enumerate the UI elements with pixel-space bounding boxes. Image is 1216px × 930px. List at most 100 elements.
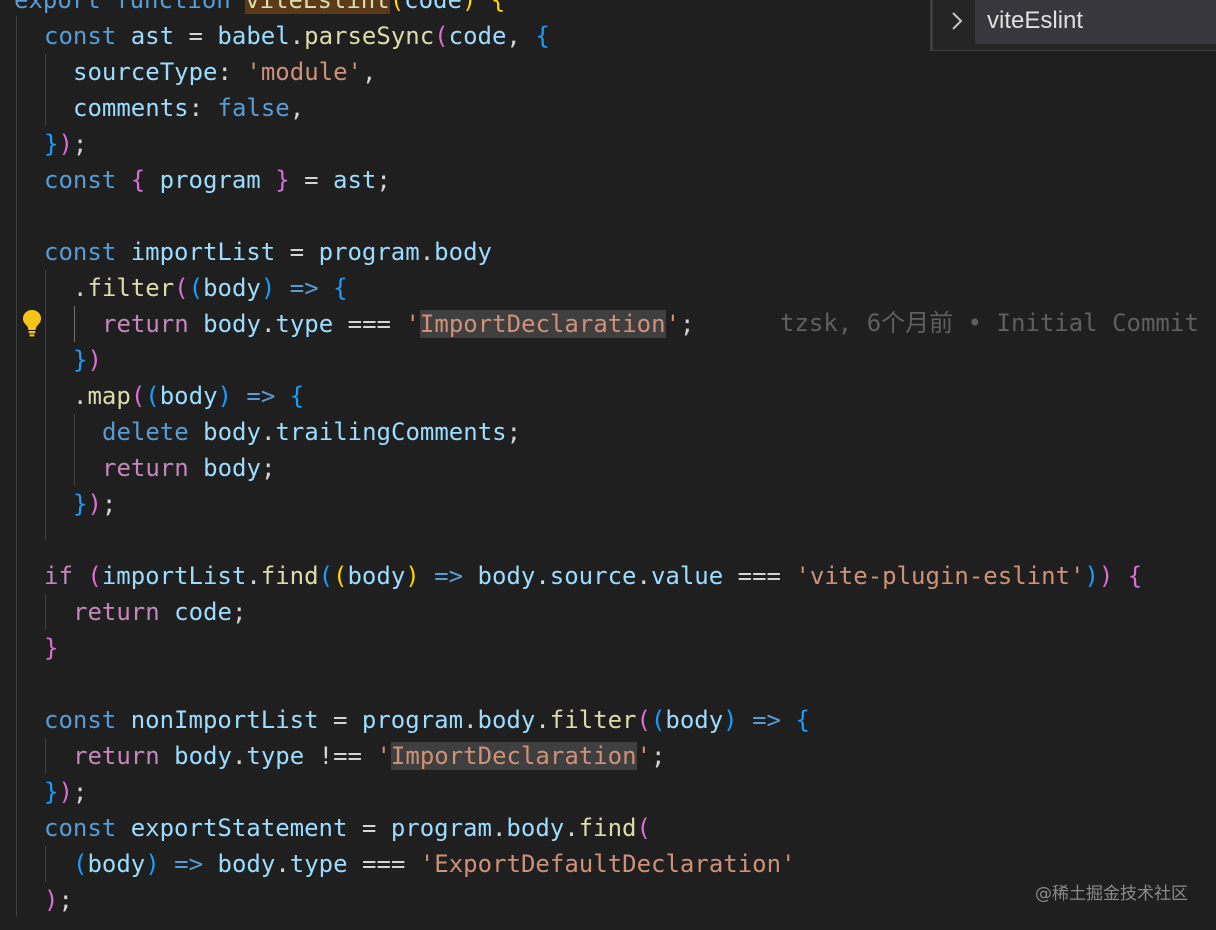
identifier: program	[318, 238, 420, 266]
operator: =	[188, 22, 203, 50]
lightbulb-icon[interactable]	[20, 308, 44, 338]
breadcrumb-item[interactable]: viteEslint	[975, 0, 1216, 44]
punctuation: ;	[72, 778, 88, 806]
bracket: (	[73, 850, 88, 878]
code-line[interactable]: const exportStatement = program.body.fin…	[44, 810, 651, 846]
operator: =>	[289, 274, 319, 302]
bracket: (	[434, 22, 449, 50]
function-name: map	[87, 382, 131, 410]
code-line[interactable]: if (importList.find((body) => body.sourc…	[44, 558, 1142, 594]
code-line[interactable]: }	[44, 630, 58, 666]
code-line[interactable]: const ast = babel.parseSync(code, {	[44, 18, 550, 54]
operator: =	[304, 166, 319, 194]
code-line[interactable]: return body.type !== 'ImportDeclaration'…	[73, 738, 665, 774]
bracket: (	[389, 0, 405, 14]
bracket: }	[73, 490, 88, 518]
keyword: export	[14, 0, 101, 14]
bracket: (	[318, 562, 334, 590]
code-line[interactable]: export function viteEslint(code) {	[14, 0, 505, 18]
punctuation: ,	[289, 94, 305, 122]
punctuation: .	[275, 850, 290, 878]
bracket: {	[289, 382, 305, 410]
punctuation: .	[535, 562, 550, 590]
bracket: )	[723, 706, 738, 734]
punctuation: ,	[362, 58, 377, 86]
bracket: {	[535, 22, 550, 50]
operator: ===	[737, 562, 781, 590]
bracket: )	[1084, 562, 1099, 590]
code-editor[interactable]: export function viteEslint(code) { const…	[0, 0, 1216, 930]
keyword: const	[44, 166, 117, 194]
bracket: (	[87, 562, 102, 590]
code-line[interactable]: .filter((body) => {	[73, 270, 348, 306]
property: comments	[73, 94, 189, 122]
bracket: )	[461, 0, 477, 14]
code-line[interactable]: return body;	[102, 450, 275, 486]
function-name: find	[578, 814, 637, 842]
bracket: )	[58, 130, 73, 158]
keyword: return	[102, 310, 189, 338]
watermark: @稀土掘金技术社区	[1035, 884, 1188, 904]
bracket: (	[130, 382, 146, 410]
breadcrumb: viteEslint	[930, 0, 1216, 51]
keyword: const	[44, 814, 117, 842]
punctuation: ;	[231, 598, 247, 626]
indent-guide	[45, 594, 46, 630]
punctuation: .	[231, 742, 247, 770]
punctuation: ;	[651, 742, 666, 770]
bracket: )	[44, 886, 59, 914]
code-line[interactable]: });	[44, 774, 87, 810]
punctuation: .	[289, 22, 305, 50]
breadcrumb-label: viteEslint	[987, 7, 1084, 34]
bracket: (	[650, 706, 666, 734]
bracket: {	[1127, 562, 1143, 590]
identifier: code	[448, 22, 507, 50]
punctuation: .	[246, 562, 261, 590]
code-line[interactable]: const { program } = ast;	[44, 162, 391, 198]
code-line[interactable]: return body.type === 'ImportDeclaration'…	[102, 306, 694, 342]
bracket: (	[145, 382, 160, 410]
keyword: return	[73, 742, 160, 770]
bracket: {	[333, 274, 348, 302]
identifier: source	[549, 562, 637, 590]
code-line[interactable]: return code;	[73, 594, 246, 630]
indent-guide	[45, 270, 46, 540]
indent-guide	[16, 16, 17, 916]
keyword: function	[115, 0, 231, 14]
bracket: }	[73, 346, 88, 374]
code-line[interactable]: .map((body) => {	[73, 378, 304, 414]
identifier: body	[174, 742, 232, 770]
code-line[interactable]: });	[44, 126, 87, 162]
punctuation: .	[463, 706, 478, 734]
operator: =>	[752, 706, 781, 734]
punctuation: ,	[506, 22, 521, 50]
code-line[interactable]: })	[73, 342, 102, 378]
code-line[interactable]: });	[73, 486, 116, 522]
operator: =	[289, 238, 305, 266]
identifier: body	[665, 706, 724, 734]
identifier: code	[404, 0, 462, 14]
punctuation: .	[564, 814, 579, 842]
chevron-right-icon[interactable]	[947, 8, 967, 34]
punctuation: ;	[58, 886, 73, 914]
punctuation: ;	[506, 418, 522, 446]
identifier: value	[650, 562, 724, 590]
indent-guide	[74, 306, 75, 342]
identifier: body	[203, 454, 261, 482]
bracket: (	[636, 814, 651, 842]
code-line[interactable]: (body) => body.type === 'ExportDefaultDe…	[73, 846, 796, 882]
operator: =>	[174, 850, 204, 878]
keyword: delete	[102, 418, 189, 446]
code-line[interactable]: const nonImportList = program.body.filte…	[44, 702, 810, 738]
code-line[interactable]: comments: false,	[73, 90, 304, 126]
code-line[interactable]: const importList = program.body	[44, 234, 492, 270]
code-line[interactable]: );	[44, 882, 73, 918]
bracket: (	[636, 706, 651, 734]
identifier: body	[477, 562, 536, 590]
identifier: body	[434, 238, 492, 266]
code-line[interactable]: delete body.trailingComments;	[102, 414, 521, 450]
keyword: const	[44, 22, 117, 50]
punctuation: .	[535, 706, 550, 734]
code-line[interactable]: sourceType: 'module',	[73, 54, 376, 90]
bracket: }	[44, 130, 59, 158]
